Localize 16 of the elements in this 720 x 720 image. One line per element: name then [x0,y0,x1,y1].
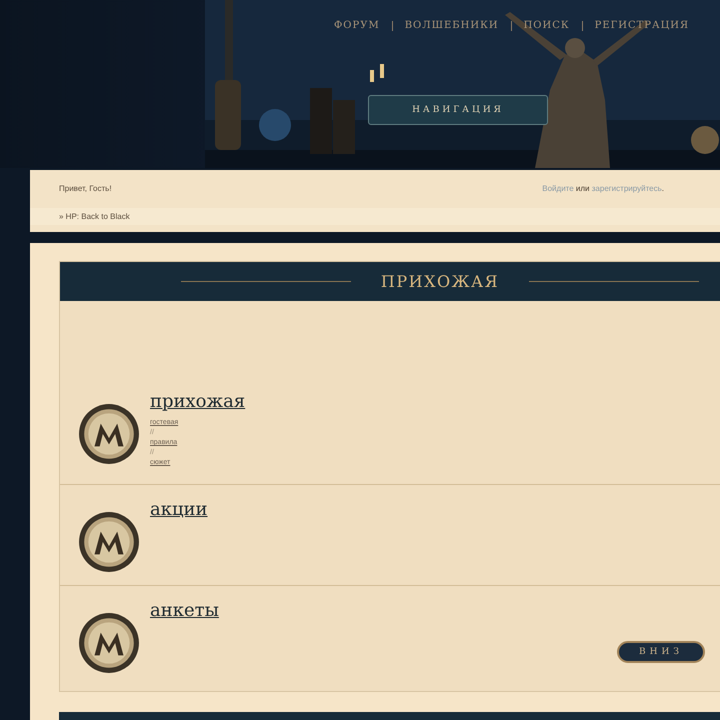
forum-title-link[interactable]: прихожая [150,391,246,412]
emblem-icon [78,612,140,674]
category-title: ПРИХОЖАЯ [380,272,500,291]
nav-link[interactable]: ФОРУМ [334,20,380,31]
breadcrumb[interactable]: » HP: Back to Black [59,212,130,221]
forum-title-link[interactable]: акции [150,499,208,520]
greeting-text: Привет, Гость! [59,184,112,195]
login-prompt: Войдите или зарегистрируйтесь. [542,184,664,195]
forum-title-link[interactable]: анкеты [150,600,219,621]
navigation-button[interactable]: НАВИГАЦИЯ [368,95,548,125]
emblem-icon [78,511,140,573]
nav-link[interactable]: ПОИСК [524,20,570,31]
emblem-icon [78,403,140,465]
nav-link[interactable]: РЕГИСТРАЦИЯ [594,20,690,31]
scroll-down-button[interactable]: ВНИЗ [617,641,705,663]
nav-link[interactable]: ВОЛШЕБНИКИ [404,20,499,31]
